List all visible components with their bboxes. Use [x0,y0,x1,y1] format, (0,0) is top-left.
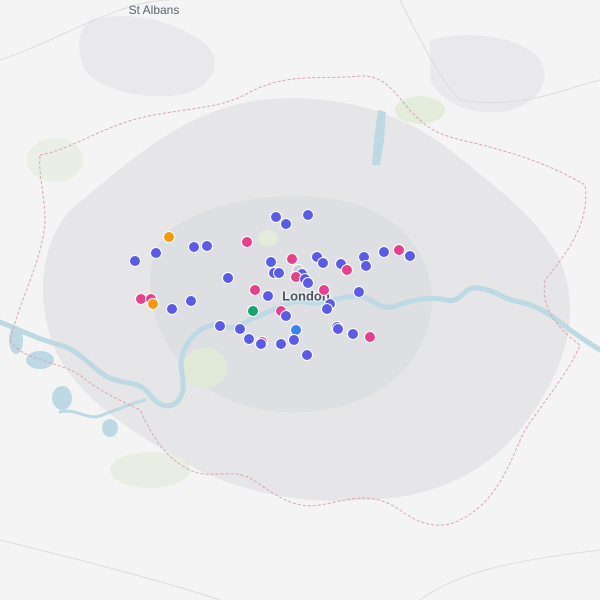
map-marker-purple[interactable] [360,260,373,273]
map-marker-purple[interactable] [234,323,247,335]
map-marker-purple[interactable] [201,239,214,252]
map-marker-purple[interactable] [261,289,274,302]
map-marker-purple[interactable] [279,218,292,231]
map-marker-purple[interactable] [288,333,301,346]
map-marker-green[interactable] [247,304,260,317]
map-marker-purple[interactable] [213,319,226,332]
map-marker-pink[interactable] [317,284,330,297]
map-marker-purple[interactable] [188,241,201,254]
map-marker-orange[interactable] [163,231,176,244]
map-marker-purple[interactable] [185,294,198,307]
map-marker-purple[interactable] [243,333,256,346]
map-marker-purple[interactable] [280,309,293,322]
map-marker-purple[interactable] [316,256,329,269]
map-marker-purple[interactable] [165,303,178,316]
map-marker-orange[interactable] [146,297,159,310]
reservoir-queen-mary [102,419,118,437]
park-hampstead [258,230,278,246]
park-south [110,452,190,488]
map-marker-purple[interactable] [378,246,391,259]
map-marker-purple[interactable] [347,328,360,341]
map-marker-purple[interactable] [352,285,365,298]
map-marker-pink[interactable] [392,243,405,256]
reservoir-staines [52,386,72,410]
map-marker-purple[interactable] [301,276,314,289]
map-marker-purple[interactable] [404,249,416,262]
map-marker-pink[interactable] [363,331,376,344]
map-marker-pink[interactable] [248,284,261,297]
map-marker-purple[interactable] [149,246,162,259]
map-canvas[interactable]: St Albans London [0,0,600,600]
map-marker-purple[interactable] [273,267,286,280]
map-marker-pink[interactable] [340,264,353,277]
map-marker-purple[interactable] [301,208,314,221]
map-marker-purple[interactable] [128,255,141,268]
park-west [27,138,83,182]
map-marker-purple[interactable] [301,349,314,362]
map-marker-purple[interactable] [320,302,333,315]
park-epping [395,96,445,124]
park-richmond [183,348,227,388]
map-marker-purple[interactable] [274,337,287,350]
map-marker-purple[interactable] [331,323,344,336]
basemap [0,0,600,600]
map-marker-purple[interactable] [255,337,268,350]
map-marker-purple[interactable] [222,272,235,285]
map-marker-pink[interactable] [240,235,253,248]
